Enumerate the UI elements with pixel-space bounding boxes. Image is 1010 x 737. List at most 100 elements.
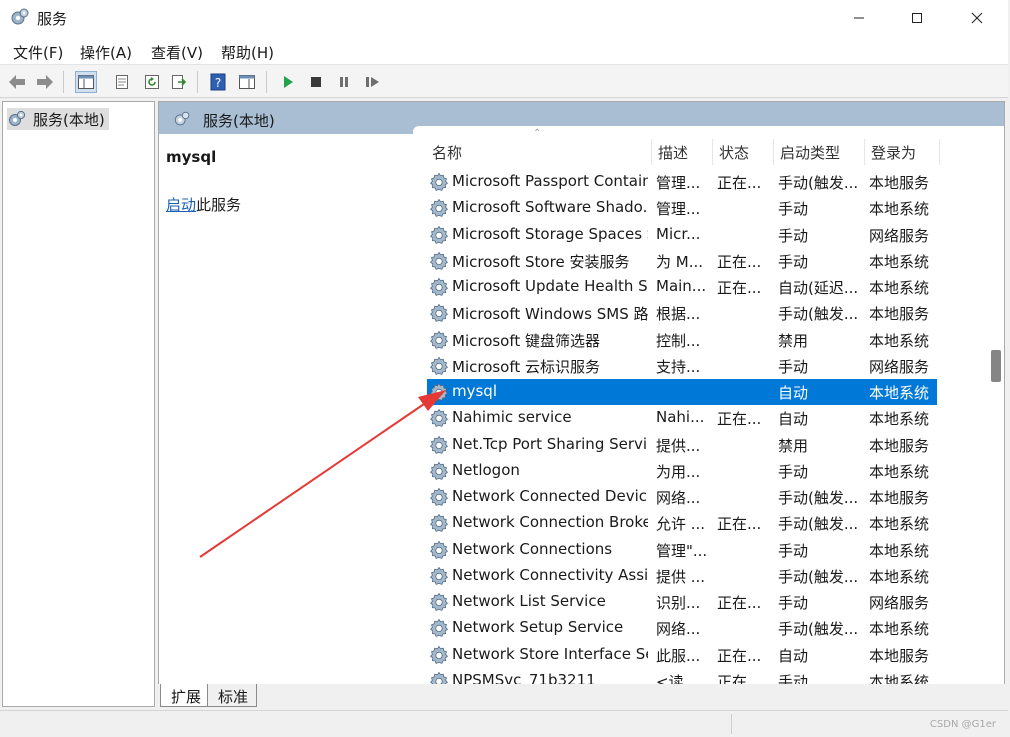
service-row[interactable]: mysql 自动 本地系统 (427, 379, 937, 405)
service-row[interactable]: Network Connectivity Assis... 提供 ... 手动(触发… (427, 563, 937, 589)
service-description: 允许 ... (656, 515, 706, 534)
refresh-button[interactable] (141, 71, 163, 93)
menu-view[interactable]: 查看(V) (151, 42, 203, 63)
start-service-icon (284, 76, 293, 88)
service-row[interactable]: Network Connections 管理"... 手动 本地系统 (427, 537, 937, 563)
show-hide-action-pane-button[interactable] (236, 71, 258, 93)
service-gear-icon (430, 382, 448, 401)
service-name: Microsoft 键盘筛选器 (452, 331, 601, 350)
service-name: NPSMSvc_71b3211 (452, 670, 596, 684)
service-gear-icon (430, 566, 448, 585)
pause-service-button[interactable] (333, 71, 355, 93)
service-gear-icon (430, 330, 448, 349)
service-row[interactable]: Netlogon 为用... 手动 本地系统 (427, 458, 937, 484)
column-header-startup[interactable]: 启动类型 (780, 142, 840, 163)
window-title: 服务 (37, 10, 68, 28)
vertical-scrollbar[interactable] (987, 138, 1003, 684)
menu-file[interactable]: 文件(F) (13, 42, 63, 63)
export-list-button[interactable] (168, 71, 190, 93)
properties-button[interactable] (111, 71, 133, 93)
service-row[interactable]: Microsoft Store 安装服务 为 M... 正在... 手动 本地系统 (427, 248, 937, 274)
service-row[interactable]: Network List Service 识别... 正在... 手动 网络服务 (427, 589, 937, 615)
service-name: Network Store Interface Se... (452, 644, 648, 663)
service-row[interactable]: Network Store Interface Se... 此服... 正在... 自… (427, 642, 937, 668)
service-logon-as: 本地服务 (869, 436, 930, 455)
service-startup-type: 手动 (778, 226, 809, 245)
service-name: Microsoft Store 安装服务 (452, 252, 630, 271)
service-row[interactable]: Network Connection Broker 允许 ... 正在... 手动(触… (427, 510, 937, 536)
back-arrow-icon (9, 75, 25, 89)
column-divider[interactable] (651, 139, 652, 165)
service-logon-as: 本地服务 (869, 646, 930, 665)
back-button[interactable] (6, 71, 28, 93)
service-row[interactable]: Microsoft 键盘筛选器 控制... 禁用 本地系统 (427, 327, 937, 353)
service-name: Network List Service (452, 592, 606, 610)
service-startup-type: 手动(触发... (778, 567, 859, 586)
menu-bar: 文件(F) 操作(A) 查看(V) 帮助(H) (0, 36, 1008, 64)
column-header-logon[interactable]: 登录为 (871, 142, 916, 163)
help-button[interactable]: ? (207, 71, 229, 93)
service-startup-type: 自动 (778, 646, 809, 665)
scrollbar-thumb[interactable] (991, 350, 1001, 382)
service-row[interactable]: Microsoft Storage Spaces S... Micr... 手动 网络… (427, 222, 937, 248)
help-icon: ? (210, 73, 226, 91)
service-row[interactable]: Microsoft Passport Container 管理... 正在... 手动… (427, 169, 937, 195)
service-logon-as: 本地系统 (869, 567, 930, 586)
service-logon-as: 网络服务 (869, 357, 930, 376)
minimize-icon (854, 17, 864, 19)
service-gear-icon (430, 540, 448, 559)
watermark: CSDN @G1er (929, 719, 996, 730)
show-hide-tree-button[interactable] (75, 71, 97, 93)
column-header-status[interactable]: 状态 (719, 142, 749, 163)
service-status: 正在... (717, 279, 762, 297)
pane-title: 服务(本地) (203, 112, 275, 130)
column-header-desc[interactable]: 描述 (658, 142, 688, 163)
service-row[interactable]: Nahimic service Nahi... 正在... 自动 本地系统 (427, 405, 937, 431)
forward-arrow-icon (37, 75, 53, 89)
services-pane: 服务(本地) mysql 启动此服务 ⌃ 名称 描述 状态 启动类型 登录为 M… (158, 101, 1005, 684)
service-row[interactable]: Microsoft Update Health S... Main... 正在...… (427, 274, 937, 300)
service-name: Network Connections (452, 539, 613, 558)
service-status: 正在... (717, 646, 762, 665)
column-divider[interactable] (864, 139, 865, 165)
tab-extended[interactable]: 扩展 (160, 684, 211, 707)
service-row[interactable]: Microsoft Software Shado... 管理... 手动 本地系统 (427, 195, 937, 221)
service-row[interactable]: Microsoft Windows SMS 路... 根据... 手动(触发... 本… (427, 300, 937, 326)
toolbar-separator (63, 71, 64, 93)
service-row[interactable]: NPSMSvc_71b3211 <读... 正在... 手动 本地系统 (427, 668, 937, 684)
service-row[interactable]: Microsoft 云标识服务 支持... 手动 网络服务 (427, 353, 937, 379)
service-row[interactable]: Net.Tcp Port Sharing Service 提供... 禁用 本地服务 (427, 432, 937, 458)
start-service-button[interactable] (277, 71, 299, 93)
service-name: Network Connection Broker (452, 513, 648, 532)
service-gear-icon (430, 435, 448, 454)
service-gear-icon (430, 277, 448, 296)
column-divider[interactable] (773, 139, 774, 165)
service-startup-type: 手动 (778, 357, 809, 376)
tree-node-local-services[interactable]: 服务(本地) (7, 108, 109, 130)
start-service-link[interactable]: 启动 (166, 196, 196, 214)
service-row[interactable]: Network Connected Devic... 网络... 手动(触发... 本… (427, 484, 937, 510)
menu-action[interactable]: 操作(A) (80, 42, 132, 63)
service-description: 根据... (656, 305, 701, 324)
menu-help[interactable]: 帮助(H) (221, 42, 274, 63)
column-divider[interactable] (712, 139, 713, 165)
restart-service-button[interactable] (362, 71, 384, 93)
service-name: Microsoft Update Health S... (452, 277, 648, 295)
service-startup-type: 自动(延迟... (778, 279, 859, 297)
service-startup-type: 手动(触发... (778, 620, 859, 639)
service-description: 支持... (656, 357, 701, 376)
maximize-button[interactable] (894, 0, 940, 36)
service-description: <读... (656, 672, 698, 684)
service-row[interactable]: Network Setup Service 网络... 手动(触发... 本地系统 (427, 615, 937, 641)
column-divider[interactable] (939, 139, 940, 165)
tab-standard[interactable]: 标准 (207, 684, 258, 707)
column-header-name[interactable]: 名称 (432, 142, 462, 163)
close-button[interactable] (954, 0, 1000, 36)
stop-service-button[interactable] (305, 71, 327, 93)
forward-button[interactable] (34, 71, 56, 93)
service-startup-type: 手动(触发... (778, 305, 859, 324)
service-startup-type: 手动(触发... (778, 489, 859, 507)
selected-service-name: mysql (166, 148, 217, 166)
minimize-button[interactable] (836, 0, 882, 36)
service-startup-type: 禁用 (778, 331, 809, 350)
